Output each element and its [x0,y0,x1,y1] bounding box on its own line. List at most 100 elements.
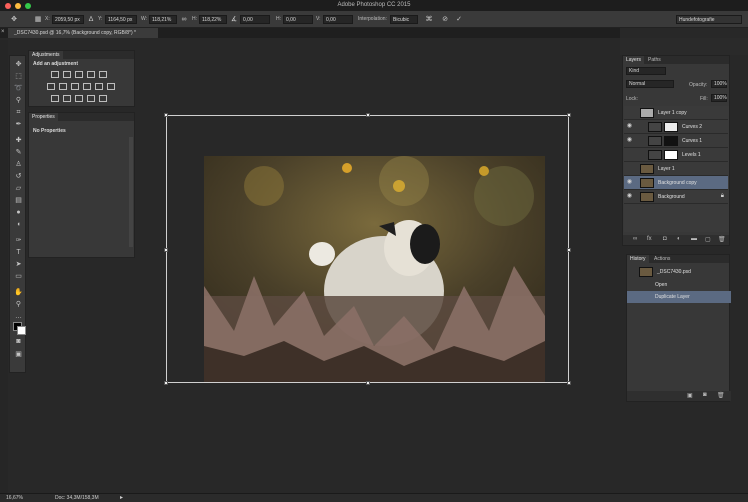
transform-handle-top-left[interactable] [164,113,168,117]
transform-handle-bottom-left[interactable] [164,381,168,385]
new-document-icon[interactable]: ▣ [687,392,693,399]
eraser-icon[interactable]: ▱ [12,184,25,194]
tab-history[interactable]: History [627,255,649,263]
eye-icon[interactable]: ◉ [626,137,633,144]
layer-row[interactable]: Levels 1 [624,148,728,162]
dodge-icon[interactable]: ◖ [12,220,25,230]
fill-field[interactable]: 100% [711,94,727,102]
tab-layers[interactable]: Layers [623,56,645,64]
blend-mode-select[interactable]: Normal [626,80,674,88]
posterize-icon[interactable] [63,95,71,102]
shape-icon[interactable]: ▭ [12,272,25,282]
new-layer-icon[interactable]: ▢ [705,236,711,243]
interpolation-select[interactable]: Bicubic [390,15,418,24]
hand-icon[interactable]: ✋ [12,288,25,298]
blur-icon[interactable]: ● [12,208,25,218]
document-tab[interactable]: _DSC7430.psd @ 16,7% (Background copy, R… [8,28,158,38]
history-snapshot[interactable]: _DSC7430.psd [627,265,731,277]
magic-wand-icon[interactable]: ⚲ [12,96,25,106]
link-layers-icon[interactable]: ∞ [633,236,637,242]
exposure-icon[interactable] [87,71,95,78]
opacity-field[interactable]: 100% [711,80,727,88]
commit-transform-icon[interactable]: ✓ [454,15,464,24]
brush-icon[interactable]: ✎ [12,148,25,158]
transform-handle-top-right[interactable] [567,113,571,117]
tab-actions[interactable]: Actions [651,255,673,263]
path-selection-icon[interactable]: ➤ [12,260,25,270]
history-item[interactable]: Open [627,279,731,291]
layer-row[interactable]: Layer 1 copy [624,106,728,120]
x-position-field[interactable]: 2059,50 px [52,15,84,24]
workspace-select[interactable]: Hundefotografie [676,15,742,24]
cancel-transform-icon[interactable]: ⊘ [440,15,450,24]
layer-filter-kind[interactable]: Kind [626,67,666,75]
layer-row[interactable]: ◉ Background 🔒︎ [624,190,728,204]
eye-icon[interactable]: ◉ [626,123,633,130]
tab-paths[interactable]: Paths [645,56,664,64]
background-color-swatch[interactable] [17,326,26,335]
marquee-icon[interactable]: ⬚ [12,72,25,82]
y-position-field[interactable]: 1164,50 px [105,15,137,24]
properties-scrollbar[interactable] [129,137,133,247]
horizontal-skew-field[interactable]: 0,00 [283,15,313,24]
transform-handle-right[interactable] [567,248,571,252]
transform-handle-top[interactable] [366,113,370,117]
stamp-icon[interactable]: ♙ [12,160,25,170]
camera-icon[interactable]: ◙ [703,392,707,398]
black-white-icon[interactable] [71,83,79,90]
tab-properties[interactable]: Properties [29,113,58,121]
healing-brush-icon[interactable]: ✚ [12,136,25,146]
gradient-map-icon[interactable] [87,95,95,102]
brightness-contrast-icon[interactable] [51,71,59,78]
eye-icon[interactable]: ◉ [626,193,633,200]
color-lookup-icon[interactable] [107,83,115,90]
more-tools-icon[interactable]: … [12,312,25,322]
layer-style-icon[interactable]: fx [647,236,652,242]
vibrance-icon[interactable] [99,71,107,78]
status-menu-icon[interactable]: ▸ [120,494,123,501]
gradient-icon[interactable]: ▤ [12,196,25,206]
pen-icon[interactable]: ✑ [12,236,25,246]
transform-bounding-box[interactable] [164,113,571,385]
zoom-level[interactable]: 16,67% [6,495,23,501]
tab-close-icon[interactable]: × [1,29,5,35]
delete-state-icon[interactable]: 🗑︎ [717,392,725,399]
delete-layer-icon[interactable]: 🗑︎ [718,236,726,243]
channel-mixer-icon[interactable] [95,83,103,90]
link-icon[interactable]: ∞ [179,15,189,24]
transform-handle-bottom[interactable] [366,381,370,385]
transform-handle-left[interactable] [164,248,168,252]
color-balance-icon[interactable] [59,83,67,90]
history-item[interactable]: Duplicate Layer [627,291,731,303]
warp-icon[interactable]: ⌘ [424,15,434,24]
width-field[interactable]: 118,21% [149,15,177,24]
layer-row[interactable]: ◉ Curves 1 [624,134,728,148]
photo-filter-icon[interactable] [83,83,91,90]
curves-icon[interactable] [75,71,83,78]
type-icon[interactable]: T [12,248,25,258]
crop-icon[interactable]: ⌗ [12,108,25,118]
angle-field[interactable]: 0,00 [240,15,270,24]
layer-row[interactable]: ◉ Background copy [624,176,728,190]
vertical-skew-field[interactable]: 0,00 [323,15,353,24]
transform-handle-bottom-right[interactable] [567,381,571,385]
eyedropper-icon[interactable]: ✒ [12,120,25,130]
selective-color-icon[interactable] [99,95,107,102]
lasso-icon[interactable]: ➰ [12,84,25,94]
history-brush-icon[interactable]: ↺ [12,172,25,182]
eye-icon[interactable]: ◉ [626,179,633,186]
quick-mask-icon[interactable]: ◙ [12,337,25,347]
layer-row[interactable]: ◉ Curves 2 [624,120,728,134]
add-mask-icon[interactable]: ◘ [663,236,667,242]
invert-icon[interactable] [51,95,59,102]
move-icon[interactable]: ✥ [12,60,25,70]
move-tool-icon[interactable]: ✥ [9,15,19,24]
new-group-icon[interactable]: ▬ [691,236,697,242]
zoom-icon[interactable]: ⚲ [12,300,25,310]
tab-adjustments[interactable]: Adjustments [29,51,63,59]
new-adjustment-icon[interactable]: ◐ [677,236,681,242]
delta-icon[interactable]: ∆ [86,15,96,24]
layer-row[interactable]: Layer 1 [624,162,728,176]
hue-saturation-icon[interactable] [47,83,55,90]
levels-icon[interactable] [63,71,71,78]
